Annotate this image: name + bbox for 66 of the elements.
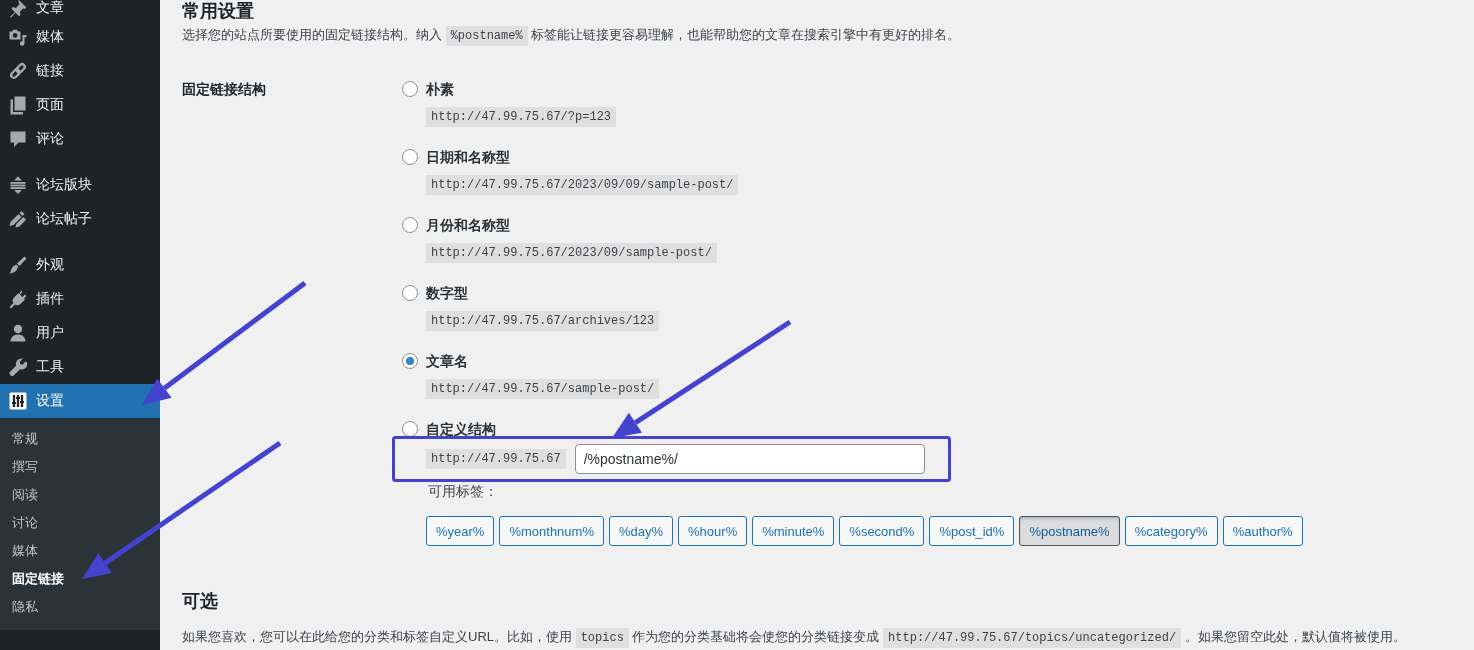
tag-button[interactable]: %day% [608, 516, 674, 546]
submenu-item[interactable]: 隐私 [0, 593, 160, 621]
radio-button[interactable] [402, 217, 418, 233]
comment-icon [8, 129, 28, 149]
submenu-item[interactable]: 固定链接 [0, 565, 160, 593]
custom-structure-input[interactable]: /%postname%/ [574, 444, 925, 474]
sidebar-item[interactable]: 外观 [0, 248, 160, 282]
radio-button[interactable] [402, 421, 418, 437]
tag-button[interactable]: %hour% [678, 516, 748, 546]
sidebar-item[interactable]: 链接 [0, 54, 160, 88]
tag-button[interactable]: %year% [426, 516, 495, 546]
sidebar-item[interactable]: 评论 [0, 122, 160, 156]
tags-label: 可用标签： [428, 482, 499, 501]
option-label[interactable]: 数字型 [426, 283, 468, 303]
url-example: http://47.99.75.67/sample-post/ [426, 379, 660, 399]
section-heading: 可选 [182, 590, 219, 613]
submenu-item[interactable]: 阅读 [0, 481, 160, 509]
sidebar-item[interactable]: 论坛版块 [0, 168, 160, 202]
radio-button[interactable] [402, 353, 418, 369]
url-prefix: http://47.99.75.67 [426, 449, 566, 469]
plug-icon [8, 289, 28, 309]
url-example: http://47.99.75.67/archives/123 [426, 311, 660, 331]
link-icon [8, 61, 28, 81]
sidebar-item[interactable]: 论坛帖子 [0, 202, 160, 236]
section-description: 选择您的站点所要使用的固定链接结构。纳入 %postname% 标签能让链接更容易理解，也能帮助您的文章在搜索引擎中有更好的排名。 [182, 25, 1454, 46]
submenu-item[interactable]: 常规 [0, 425, 160, 453]
option-label[interactable]: 日期和名称型 [426, 147, 510, 167]
tag-button[interactable]: %postname% [1019, 516, 1120, 546]
tag-button[interactable]: %monthnum% [499, 516, 604, 546]
submenu-item[interactable]: 讨论 [0, 509, 160, 537]
tag-button[interactable]: %author% [1222, 516, 1303, 546]
radio-button[interactable] [402, 149, 418, 165]
stacked-lines-icon [8, 175, 28, 195]
radio-button[interactable] [402, 285, 418, 301]
url-example: http://47.99.75.67/?p=123 [426, 107, 617, 127]
wrench-icon [8, 357, 28, 377]
pin-icon [8, 0, 28, 18]
option-label[interactable]: 朴素 [426, 79, 454, 99]
option-label[interactable]: 自定义结构 [426, 419, 496, 439]
tag-button[interactable]: %category% [1124, 516, 1218, 546]
field-label: 固定链接结构 [182, 80, 267, 99]
option-label[interactable]: 文章名 [426, 351, 468, 371]
sidebar-item[interactable]: 插件 [0, 282, 160, 316]
sidebar-item[interactable]: 设置 [0, 384, 160, 418]
sidebar-item[interactable]: 工具 [0, 350, 160, 384]
url-example: http://47.99.75.67/2023/09/09/sample-post/ [426, 175, 739, 195]
radio-button[interactable] [402, 81, 418, 97]
user-icon [8, 323, 28, 343]
tag-button[interactable]: %minute% [752, 516, 835, 546]
submenu-item[interactable]: 撰写 [0, 453, 160, 481]
media-icon [8, 27, 28, 47]
sidebar-item[interactable]: 文章 [0, 0, 160, 20]
settings-icon [8, 391, 28, 411]
section-description: 如果您喜欢，您可以在此给您的分类和标签自定义URL。比如，使用 topics 作为您的分类基础将会使您的分类链接变成 http://47.99.75.67/topics/uncategorized/ 。如果您留空此处，默认值将被使用。 [182, 627, 1454, 648]
url-example: http://47.99.75.67/2023/09/sample-post/ [426, 243, 717, 263]
tag-button[interactable]: %post_id% [929, 516, 1015, 546]
tag-button[interactable]: %second% [839, 516, 925, 546]
option-label[interactable]: 月份和名称型 [426, 215, 510, 235]
section-heading: 常用设置 [182, 0, 255, 23]
brush-icon [8, 255, 28, 275]
submenu-item[interactable]: 媒体 [0, 537, 160, 565]
sidebar-item[interactable]: 页面 [0, 88, 160, 122]
sidebar-item[interactable]: 媒体 [0, 20, 160, 54]
sidebar-item[interactable]: 用户 [0, 316, 160, 350]
pencils-icon [8, 209, 28, 229]
pages-icon [8, 95, 28, 115]
